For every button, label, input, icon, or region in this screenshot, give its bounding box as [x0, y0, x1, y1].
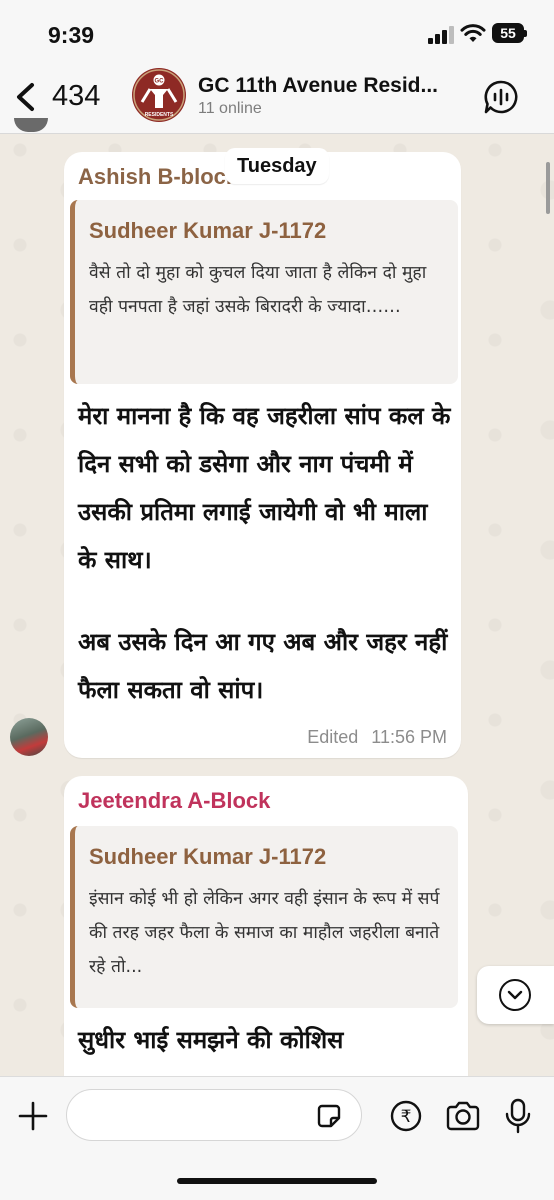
cellular-signal-icon: [428, 26, 454, 44]
quoted-text: वैसे तो दो मुहा को कुचल दिया जाता है लेक…: [89, 263, 427, 317]
unread-count: 434: [52, 80, 101, 112]
plus-icon[interactable]: [16, 1099, 50, 1133]
message-meta: Edited 11:56 PM: [307, 727, 447, 748]
message-text: अब उसके दिन आ गए अब और जहर नहीं फैला सकत…: [78, 628, 448, 704]
status-time: 9:39: [48, 22, 95, 48]
quoted-author: Sudheer Kumar J-1172: [89, 218, 327, 243]
chat-header: 434 GC RESIDENTS GC 11th Avenue Resid...…: [0, 62, 554, 134]
camera-icon[interactable]: [444, 1099, 482, 1133]
residents-logo-icon: GC RESIDENTS: [133, 69, 185, 121]
sticker-icon[interactable]: [314, 1101, 344, 1131]
microphone-icon[interactable]: [503, 1097, 533, 1135]
message-bubble[interactable]: Ashish B-block Sudheer Kumar J-1172 वैसे…: [64, 152, 461, 758]
chevron-left-icon: [17, 83, 34, 111]
message-text: मेरा मानना है कि वह जहरीला सांप कल के दि…: [78, 402, 451, 574]
online-status: 11 online: [198, 100, 262, 117]
edited-label: Edited: [307, 727, 359, 747]
battery-icon: 55: [492, 23, 527, 43]
sender-name[interactable]: Ashish B-block: [78, 164, 238, 190]
quoted-message[interactable]: Sudheer Kumar J-1172 इंसान कोई भी हो लेक…: [70, 826, 458, 1008]
quoted-author: Sudheer Kumar J-1172: [89, 844, 327, 869]
scrollbar[interactable]: [546, 162, 550, 214]
scroll-to-bottom-button[interactable]: [477, 966, 554, 1024]
message-bubble[interactable]: Jeetendra A-Block Sudheer Kumar J-1172 इ…: [64, 776, 468, 1106]
svg-text:RESIDENTS: RESIDENTS: [145, 112, 174, 118]
day-separator: Tuesday: [225, 148, 329, 184]
group-avatar[interactable]: GC RESIDENTS: [132, 68, 186, 122]
voice-chat-icon[interactable]: [482, 78, 520, 116]
home-indicator[interactable]: [177, 1178, 377, 1184]
wifi-icon: [460, 24, 486, 42]
svg-text:GC: GC: [155, 78, 165, 84]
message-text: सुधीर भाई समझने की कोशिस: [78, 1026, 344, 1054]
avatar[interactable]: [10, 718, 48, 756]
quoted-message[interactable]: Sudheer Kumar J-1172 वैसे तो दो मुहा को …: [70, 200, 458, 384]
back-button[interactable]: 434: [10, 74, 120, 118]
chevron-down-icon: [499, 979, 531, 1011]
quoted-text: इंसान कोई भी हो लेकिन अगर वही इंसान के र…: [89, 889, 440, 977]
status-bar: 9:39 55: [0, 0, 554, 62]
svg-text:₹: ₹: [401, 1107, 412, 1127]
group-name[interactable]: GC 11th Avenue Resid...: [198, 74, 468, 98]
rupee-payment-icon[interactable]: ₹: [389, 1099, 423, 1133]
sender-name[interactable]: Jeetendra A-Block: [78, 788, 270, 814]
message-time: 11:56 PM: [371, 727, 447, 747]
